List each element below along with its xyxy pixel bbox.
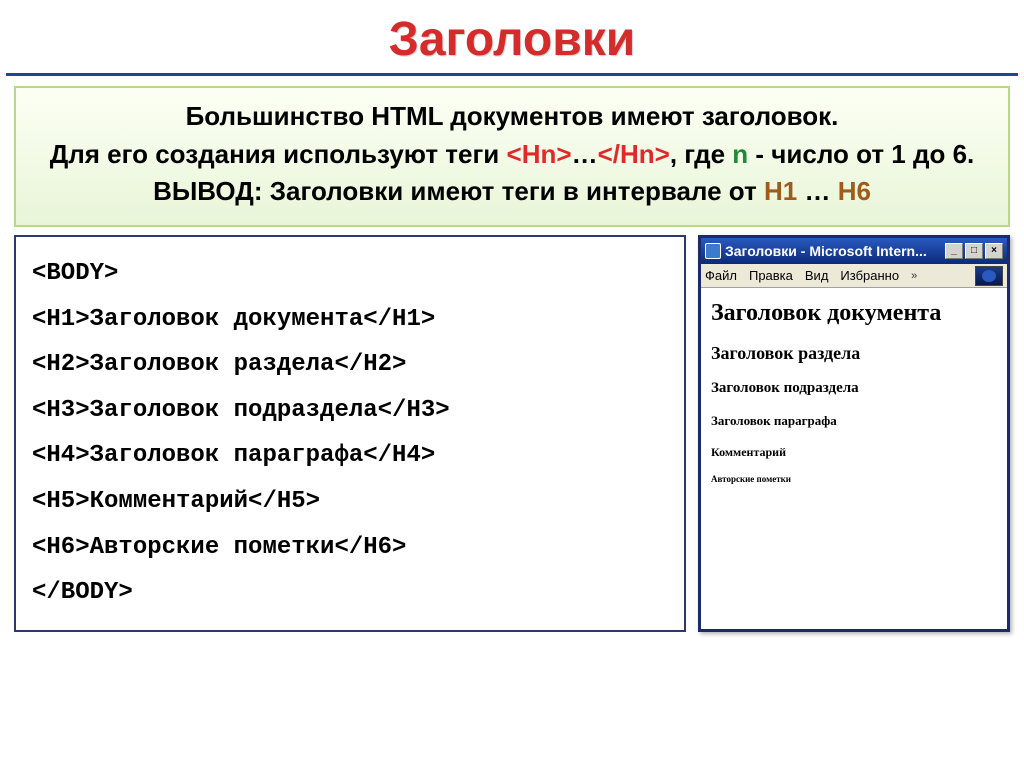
render-h2: Заголовок раздела: [711, 343, 997, 364]
menu-edit[interactable]: Правка: [749, 268, 793, 283]
intro-n: n: [732, 139, 748, 169]
menu-view[interactable]: Вид: [805, 268, 829, 283]
intro-l2-post2: - число от 1 до 6.: [748, 139, 974, 169]
browser-viewport: Заголовок документа Заголовок раздела За…: [701, 288, 1007, 629]
code-line-h2: <H2>Заголовок раздела</H2>: [32, 342, 668, 388]
intro-h1: H1: [764, 176, 797, 206]
intro-l2-post1: , где: [670, 139, 732, 169]
menu-file[interactable]: Файл: [705, 268, 737, 283]
window-title: Заголовки - Microsoft Intern...: [725, 243, 945, 259]
code-line-h5: <H5>Комментарий</H5>: [32, 479, 668, 525]
titlebar: Заголовки - Microsoft Intern... _ □ ×: [701, 238, 1007, 264]
intro-line-2: Для его создания используют теги <Hn>…</…: [32, 136, 992, 174]
maximize-button[interactable]: □: [965, 243, 983, 259]
render-h3: Заголовок подраздела: [711, 380, 997, 397]
throbber-icon: [975, 266, 1003, 286]
tag-close: </Hn>: [598, 139, 670, 169]
intro-ellipsis: …: [572, 139, 598, 169]
window-controls: _ □ ×: [945, 243, 1003, 259]
title-divider: [6, 73, 1018, 76]
tag-open: <Hn>: [507, 139, 572, 169]
intro-l2-pre: Для его создания используют теги: [50, 139, 507, 169]
menu-favorites[interactable]: Избранно: [840, 268, 899, 283]
code-line-h1: <H1>Заголовок документа</H1>: [32, 297, 668, 343]
render-h1: Заголовок документа: [711, 300, 997, 327]
code-line-h4: <H4>Заголовок параграфа</H4>: [32, 433, 668, 479]
browser-window: Заголовки - Microsoft Intern... _ □ × Фа…: [698, 235, 1010, 632]
intro-h6: H6: [838, 176, 871, 206]
code-panel: <BODY> <H1>Заголовок документа</H1> <H2>…: [14, 235, 686, 632]
menu-overflow-icon[interactable]: »: [911, 270, 917, 282]
ie-icon: [705, 243, 721, 259]
code-line-body-close: </BODY>: [32, 570, 668, 616]
code-line-h3: <H3>Заголовок подраздела</H3>: [32, 388, 668, 434]
render-h4: Заголовок параграфа: [711, 413, 997, 429]
menubar: Файл Правка Вид Избранно »: [701, 264, 1007, 288]
intro-box: Большинство HTML документов имеют заголо…: [14, 86, 1010, 227]
render-h6: Авторские пометки: [711, 474, 997, 484]
minimize-button[interactable]: _: [945, 243, 963, 259]
intro-l3-pre: ВЫВОД: Заголовки имеют теги в интервале …: [153, 176, 764, 206]
intro-line-1: Большинство HTML документов имеют заголо…: [32, 98, 992, 136]
render-h5: Комментарий: [711, 445, 997, 460]
intro-line-3: ВЫВОД: Заголовки имеют теги в интервале …: [32, 173, 992, 211]
code-line-h6: <H6>Авторские пометки</H6>: [32, 525, 668, 571]
close-button[interactable]: ×: [985, 243, 1003, 259]
slide-title: Заголовки: [0, 0, 1024, 73]
intro-dots: …: [797, 176, 837, 206]
code-line-body-open: <BODY>: [32, 251, 668, 297]
lower-row: <BODY> <H1>Заголовок документа</H1> <H2>…: [14, 235, 1010, 632]
